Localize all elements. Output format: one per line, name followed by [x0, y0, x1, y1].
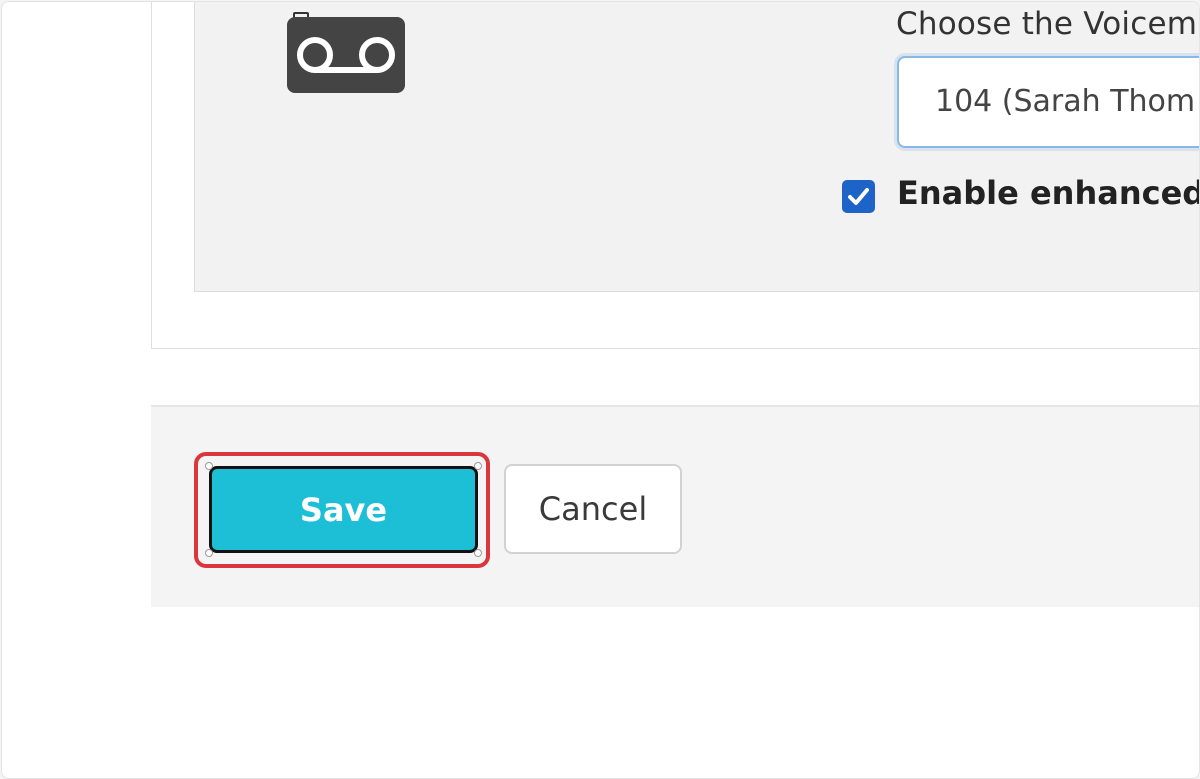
enhanced-voicemail-checkbox[interactable] — [842, 180, 875, 213]
page-frame: Choose the Voicem 104 (Sarah Thom Enable… — [1, 1, 1200, 779]
enhanced-voicemail-label: Enable enhanced v — [897, 174, 1200, 212]
cancel-button[interactable]: Cancel — [504, 464, 682, 554]
voicemail-icon — [287, 17, 405, 93]
voicemail-select[interactable]: 104 (Sarah Thom — [897, 56, 1199, 148]
selection-handle — [474, 462, 482, 470]
checkmark-icon — [848, 188, 869, 205]
selection-handle — [474, 549, 482, 557]
selection-handle — [205, 462, 213, 470]
voicemail-choose-label: Choose the Voicem — [896, 6, 1198, 42]
save-button[interactable]: Save — [209, 466, 478, 553]
voicemail-select-value: 104 (Sarah Thom — [935, 84, 1196, 119]
selection-handle — [205, 549, 213, 557]
